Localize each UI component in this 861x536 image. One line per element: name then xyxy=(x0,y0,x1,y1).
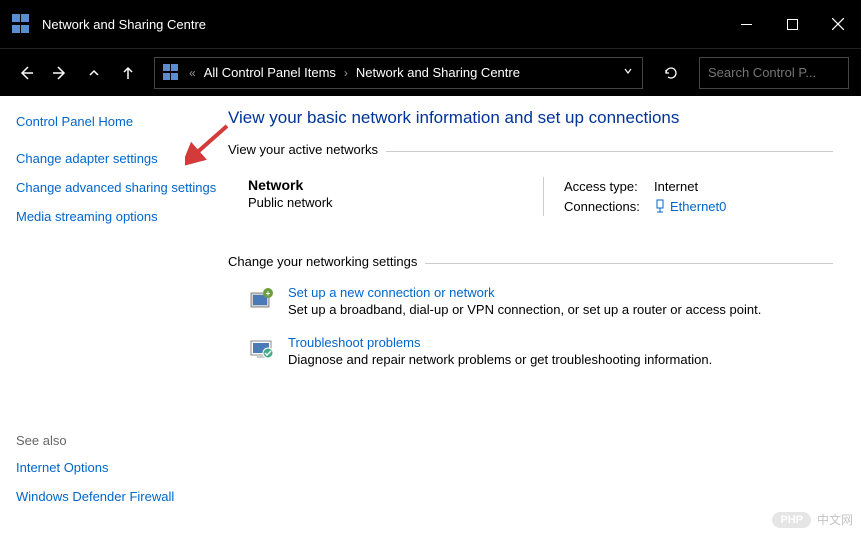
network-name: Network xyxy=(248,177,543,193)
troubleshoot-desc: Diagnose and repair network problems or … xyxy=(288,352,712,367)
svg-text:+: + xyxy=(266,289,271,298)
address-bar[interactable]: « All Control Panel Items › Network and … xyxy=(154,57,643,89)
refresh-button[interactable] xyxy=(655,57,687,89)
up-button[interactable] xyxy=(114,59,142,87)
connections-label: Connections: xyxy=(564,197,654,217)
back-button[interactable] xyxy=(12,59,40,87)
titlebar: Network and Sharing Centre xyxy=(0,0,861,48)
troubleshoot-item: Troubleshoot problems Diagnose and repai… xyxy=(228,329,833,373)
breadcrumb-item-1[interactable]: All Control Panel Items xyxy=(204,65,336,80)
setup-connection-desc: Set up a broadband, dial-up or VPN conne… xyxy=(288,302,761,317)
setup-connection-link[interactable]: Set up a new connection or network xyxy=(288,285,761,300)
windows-defender-firewall-link[interactable]: Windows Defender Firewall xyxy=(16,483,218,512)
maximize-button[interactable] xyxy=(769,0,815,48)
watermark-badge: PHP xyxy=(772,512,811,528)
see-also-label: See also xyxy=(16,427,218,454)
control-panel-home-link[interactable]: Control Panel Home xyxy=(16,108,218,135)
change-advanced-sharing-link[interactable]: Change advanced sharing settings xyxy=(16,174,218,203)
address-dropdown[interactable] xyxy=(622,64,634,82)
active-networks-label: View your active networks xyxy=(228,142,378,157)
watermark: PHP 中文网 xyxy=(772,511,853,528)
forward-button[interactable] xyxy=(46,59,74,87)
change-settings-section: Change your networking settings + Set up… xyxy=(228,254,833,373)
ethernet-icon xyxy=(654,199,666,213)
sidebar: Control Panel Home Change adapter settin… xyxy=(0,96,218,536)
search-input[interactable] xyxy=(708,65,861,80)
recent-button[interactable] xyxy=(80,59,108,87)
breadcrumb-separator: › xyxy=(344,66,348,80)
access-type-label: Access type: xyxy=(564,177,654,197)
access-type-row: Access type: Internet xyxy=(564,177,833,197)
page-heading: View your basic network information and … xyxy=(228,108,833,128)
network-details: Access type: Internet Connections: Ether… xyxy=(543,177,833,216)
control-panel-icon xyxy=(163,64,181,82)
search-box[interactable] xyxy=(699,57,849,89)
content-area: Control Panel Home Change adapter settin… xyxy=(0,96,861,536)
navbar: « All Control Panel Items › Network and … xyxy=(0,48,861,96)
connection-name: Ethernet0 xyxy=(670,197,726,217)
active-network-row: Network Public network Access type: Inte… xyxy=(228,177,833,216)
network-type: Public network xyxy=(248,195,543,210)
media-streaming-link[interactable]: Media streaming options xyxy=(16,203,218,232)
internet-options-link[interactable]: Internet Options xyxy=(16,454,218,483)
setup-connection-item: + Set up a new connection or network Set… xyxy=(228,279,833,323)
troubleshoot-link[interactable]: Troubleshoot problems xyxy=(288,335,712,350)
active-networks-header: View your active networks xyxy=(228,142,833,161)
breadcrumb-prefix: « xyxy=(189,66,196,80)
connections-row: Connections: Ethernet0 xyxy=(564,197,833,217)
watermark-text: 中文网 xyxy=(817,511,853,528)
main-panel: View your basic network information and … xyxy=(218,96,861,536)
window-controls xyxy=(723,0,861,48)
troubleshoot-icon xyxy=(248,335,276,363)
access-type-value: Internet xyxy=(654,177,698,197)
see-also-section: See also Internet Options Windows Defend… xyxy=(16,427,218,524)
close-button[interactable] xyxy=(815,0,861,48)
setup-connection-icon: + xyxy=(248,285,276,313)
minimize-button[interactable] xyxy=(723,0,769,48)
change-settings-label: Change your networking settings xyxy=(228,254,417,269)
connection-link[interactable]: Ethernet0 xyxy=(654,197,726,217)
breadcrumb-item-2[interactable]: Network and Sharing Centre xyxy=(356,65,520,80)
divider xyxy=(425,263,833,264)
network-identity: Network Public network xyxy=(248,177,543,216)
change-settings-header: Change your networking settings xyxy=(228,254,833,273)
divider xyxy=(386,151,833,152)
window-title: Network and Sharing Centre xyxy=(42,17,206,32)
app-icon xyxy=(12,14,32,34)
sidebar-tasks: Change adapter settings Change advanced … xyxy=(16,145,218,232)
change-adapter-settings-link[interactable]: Change adapter settings xyxy=(16,145,218,174)
